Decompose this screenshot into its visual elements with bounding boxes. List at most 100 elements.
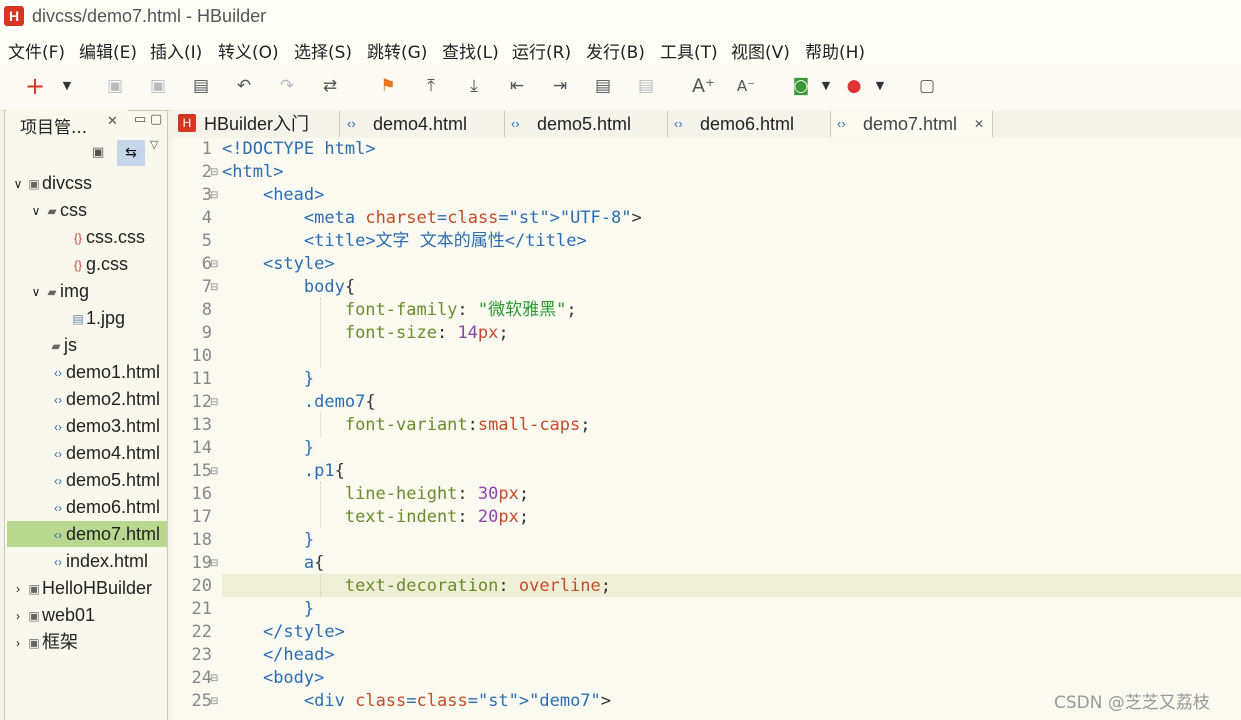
chrome-icon[interactable]: ● — [843, 74, 865, 98]
code-line[interactable]: <title>文字 文本的属性</title> — [222, 230, 587, 253]
code-line[interactable]: } — [222, 529, 314, 552]
redo-icon[interactable]: ↷ — [276, 74, 298, 98]
tree-item-demo2[interactable]: ‹› demo2.html — [50, 386, 160, 412]
menu-run[interactable]: 运行(R) — [512, 38, 571, 63]
fold-toggle-icon[interactable]: ⊟ — [210, 391, 218, 414]
go-end-icon[interactable]: ⇥ — [549, 74, 571, 98]
go-bottom-icon[interactable]: ⤓ — [463, 74, 485, 98]
tree-item-divcss[interactable]: ∨ ▣ divcss — [10, 170, 92, 196]
fold-toggle-icon[interactable]: ⊟ — [210, 276, 218, 299]
tree-item-hellohbuilder[interactable]: › ▣ HelloHBuilder — [10, 575, 152, 601]
menu-file[interactable]: 文件(F) — [8, 38, 65, 63]
go-start-icon[interactable]: ⇤ — [506, 74, 528, 98]
run-browser-icon[interactable]: ◙ — [790, 74, 812, 98]
menu-tools[interactable]: 工具(T) — [660, 38, 718, 63]
run-dropdown-icon[interactable]: ▼ — [820, 74, 832, 98]
undo-icon[interactable]: ↶ — [233, 74, 255, 98]
expand-icon[interactable]: › — [10, 576, 26, 602]
menu-select[interactable]: 选择(S) — [294, 38, 352, 63]
uncomment-icon[interactable]: ▤ — [635, 74, 657, 98]
bookmark-icon[interactable]: ⚑ — [377, 74, 399, 98]
preview-icon[interactable]: ▤ — [190, 74, 212, 98]
tree-item-demo7[interactable]: ‹› demo7.html — [50, 521, 160, 547]
fold-toggle-icon[interactable]: ⊟ — [210, 460, 218, 483]
menu-view[interactable]: 视图(V) — [731, 38, 790, 63]
tree-item-web01[interactable]: › ▣ web01 — [10, 602, 95, 628]
expand-icon[interactable]: ∨ — [10, 171, 26, 197]
code-line[interactable]: } — [222, 437, 314, 460]
browser-dropdown-icon[interactable]: ▼ — [874, 74, 886, 98]
code-line[interactable]: } — [222, 598, 314, 621]
code-line[interactable]: <div class=class="st">"demo7"> — [222, 690, 611, 713]
expand-icon[interactable]: › — [10, 603, 26, 629]
expand-icon[interactable]: › — [10, 630, 26, 656]
tab-demo4[interactable]: ‹› demo4.html — [341, 111, 505, 137]
collapse-all-icon[interactable]: ▣ — [92, 145, 104, 160]
minimize-icon[interactable]: ▭ — [134, 112, 146, 127]
tree-item-demo5[interactable]: ‹› demo5.html — [50, 467, 160, 493]
code-line[interactable]: body{ — [222, 276, 355, 299]
fold-toggle-icon[interactable]: ⊟ — [210, 184, 218, 207]
fold-toggle-icon[interactable]: ⊟ — [210, 161, 218, 184]
info-icon[interactable]: ▢ — [916, 74, 938, 98]
tree-item-css-css[interactable]: {} css.css — [70, 224, 145, 250]
menu-goto[interactable]: 跳转(G) — [367, 38, 427, 63]
comment-icon[interactable]: ▤ — [592, 74, 614, 98]
menu-insert[interactable]: 插入(I) — [150, 38, 202, 63]
code-line[interactable]: <body> — [222, 667, 324, 690]
tree-item-demo1[interactable]: ‹› demo1.html — [50, 359, 160, 385]
code-line[interactable]: <style> — [222, 253, 335, 276]
font-decrease-icon[interactable]: A⁻ — [735, 74, 757, 98]
code-line[interactable]: a{ — [222, 552, 325, 575]
tree-item-index[interactable]: ‹› index.html — [50, 548, 148, 574]
code-line[interactable]: font-variant:small-caps; — [222, 414, 591, 437]
code-line[interactable]: } — [222, 368, 314, 391]
expand-icon[interactable]: ∨ — [28, 279, 44, 305]
new-dropdown-icon[interactable]: ▼ — [61, 74, 73, 98]
close-icon[interactable]: ✕ — [107, 114, 118, 129]
menu-publish[interactable]: 发行(B) — [586, 38, 645, 63]
format-icon[interactable]: ⇄ — [319, 74, 341, 98]
go-top-icon[interactable]: ⤒ — [420, 74, 442, 98]
menu-edit[interactable]: 编辑(E) — [79, 38, 137, 63]
code-line[interactable]: </style> — [222, 621, 345, 644]
save-all-icon[interactable]: ▣ — [147, 74, 169, 98]
code-line[interactable]: .demo7{ — [222, 391, 376, 414]
font-increase-icon[interactable]: A⁺ — [692, 74, 715, 98]
save-icon[interactable]: ▣ — [104, 74, 126, 98]
tree-item-demo3[interactable]: ‹› demo3.html — [50, 413, 160, 439]
tab-demo7[interactable]: ‹› demo7.html ✕ — [831, 111, 993, 137]
code-line[interactable]: line-height: 30px; — [222, 483, 529, 506]
code-line[interactable]: text-indent: 20px; — [222, 506, 529, 529]
expand-icon[interactable]: ∨ — [28, 198, 44, 224]
tree-item-demo6[interactable]: ‹› demo6.html — [50, 494, 160, 520]
tab-close-icon[interactable]: ✕ — [974, 111, 984, 137]
tree-item-demo4[interactable]: ‹› demo4.html — [50, 440, 160, 466]
fold-toggle-icon[interactable]: ⊟ — [210, 552, 218, 575]
tree-item-css[interactable]: ∨ ▰ css — [28, 197, 87, 223]
tab-hbuilder-intro[interactable]: H HBuilder入门 — [174, 111, 340, 137]
code-line[interactable]: <html> — [222, 161, 283, 184]
code-line[interactable]: font-size: 14px; — [222, 322, 509, 345]
code-line[interactable]: </head> — [222, 644, 335, 667]
tab-demo6[interactable]: ‹› demo6.html — [668, 111, 831, 137]
code-line[interactable]: <meta charset=class="st">"UTF-8"> — [222, 207, 642, 230]
tree-item-js[interactable]: ▰ js — [48, 332, 77, 358]
tab-demo5[interactable]: ‹› demo5.html — [505, 111, 668, 137]
link-editor-icon[interactable]: ⇆ — [117, 140, 145, 166]
fold-toggle-icon[interactable]: ⊟ — [210, 690, 218, 713]
code-line[interactable]: .p1{ — [222, 460, 345, 483]
maximize-icon[interactable]: ▢ — [150, 112, 162, 127]
view-menu-icon[interactable]: ▽ — [150, 138, 158, 151]
tree-item-1-jpg[interactable]: ▤ 1.jpg — [70, 305, 125, 331]
tree-item-img[interactable]: ∨ ▰ img — [28, 278, 89, 304]
menu-escape[interactable]: 转义(O) — [218, 38, 279, 63]
fold-toggle-icon[interactable]: ⊟ — [210, 253, 218, 276]
menu-find[interactable]: 查找(L) — [442, 38, 499, 63]
code-line[interactable]: <head> — [222, 184, 324, 207]
menu-help[interactable]: 帮助(H) — [805, 38, 865, 63]
tree-item-framework[interactable]: › ▣ 框架 — [10, 629, 78, 655]
code-line[interactable]: font-family: "微软雅黑"; — [222, 299, 577, 322]
code-line[interactable]: <!DOCTYPE html> — [222, 138, 376, 161]
tree-item-g-css[interactable]: {} g.css — [70, 251, 128, 277]
